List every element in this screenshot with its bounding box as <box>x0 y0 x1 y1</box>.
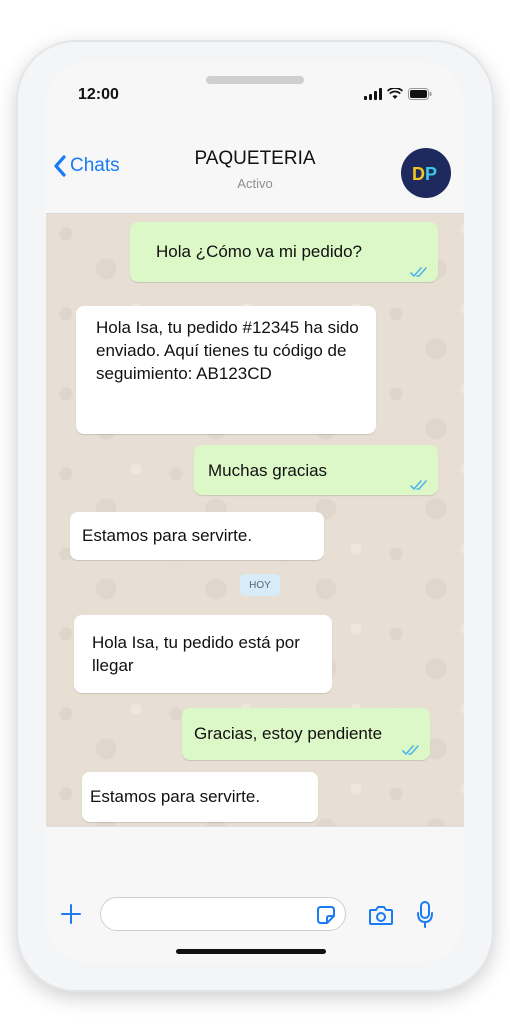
status-icons <box>364 88 432 100</box>
message-outgoing[interactable]: Muchas gracias <box>194 445 438 495</box>
status-bar: 12:00 <box>46 62 464 124</box>
double-check-icon <box>410 267 427 278</box>
message-text: Hola Isa, tu pedido #12345 ha sido envia… <box>96 318 359 383</box>
wifi-icon <box>387 88 403 99</box>
signal-icon <box>364 88 382 100</box>
message-text: Hola Isa, tu pedido está por llegar <box>92 633 300 675</box>
chat-header: Chats PAQUETERIA Activo D P <box>46 124 464 214</box>
input-bar <box>46 826 464 962</box>
message-text: Estamos para servirte. <box>82 526 253 545</box>
svg-text:D: D <box>412 164 425 184</box>
battery-icon <box>408 88 432 100</box>
speaker-notch <box>206 76 304 84</box>
svg-text:P: P <box>425 164 437 184</box>
microphone-icon[interactable] <box>416 901 434 929</box>
message-incoming[interactable]: Estamos para servirte. <box>70 512 324 560</box>
chat-area[interactable]: Hola ¿Cómo va mi pedido? Hola Isa, tu pe… <box>46 214 464 826</box>
plus-icon[interactable] <box>60 903 82 925</box>
message-outgoing[interactable]: Gracias, estoy pendiente <box>182 708 430 760</box>
date-separator: HOY <box>240 574 280 596</box>
contact-avatar[interactable]: D P <box>401 148 451 198</box>
message-outgoing[interactable]: Hola ¿Cómo va mi pedido? <box>130 222 438 282</box>
message-incoming[interactable]: Estamos para servirte. <box>82 772 318 822</box>
message-text: Hola ¿Cómo va mi pedido? <box>156 242 362 261</box>
sticker-icon[interactable] <box>316 905 336 925</box>
message-text: Muchas gracias <box>208 461 328 480</box>
message-text: Gracias, estoy pendiente <box>194 724 383 743</box>
message-incoming[interactable]: Hola Isa, tu pedido está por llegar <box>74 615 332 693</box>
camera-icon[interactable] <box>368 904 394 926</box>
message-incoming[interactable]: Hola Isa, tu pedido #12345 ha sido envia… <box>76 306 376 434</box>
status-time: 12:00 <box>78 86 119 103</box>
double-check-icon <box>402 745 419 756</box>
message-input[interactable] <box>100 897 346 931</box>
double-check-icon <box>410 480 427 491</box>
message-text: Estamos para servirte. <box>90 787 261 806</box>
home-indicator[interactable] <box>176 949 326 954</box>
phone-screen: 12:00 Chats PAQUETERIA Activo D P Hola ¿… <box>46 62 464 962</box>
avatar-logo-icon: D P <box>410 161 442 185</box>
